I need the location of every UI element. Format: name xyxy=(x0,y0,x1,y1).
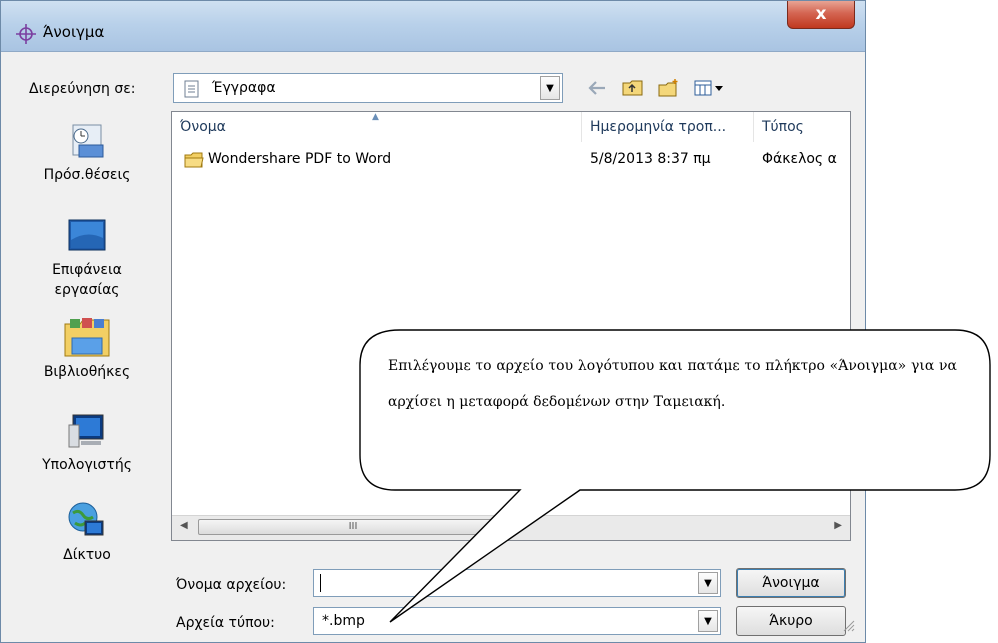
horizontal-scrollbar[interactable]: ◀ III ▶ xyxy=(172,515,850,540)
window-title: Άνοιγμα xyxy=(43,23,105,41)
document-folder-icon xyxy=(184,80,199,98)
chevron-down-icon: ▼ xyxy=(546,82,554,94)
chevron-down-icon: ▼ xyxy=(704,577,712,589)
chevron-down-icon: ▼ xyxy=(704,615,712,627)
libraries-icon xyxy=(64,318,110,357)
file-date: 5/8/2013 8:37 πμ xyxy=(590,151,711,167)
place-libraries[interactable]: Βιβλιοθήκες xyxy=(17,316,157,380)
filetype-label: Αρχεία τύπου: xyxy=(176,615,275,631)
cancel-button[interactable]: Άκυρο xyxy=(736,606,846,636)
sort-up-icon: ▲ xyxy=(372,112,379,122)
place-label-computer: Υπολογιστής xyxy=(42,457,132,473)
file-row[interactable]: Wondershare PDF to Word 5/8/2013 8:37 πμ… xyxy=(172,148,850,172)
callout-text: Επιλέγουμε το αρχείο του λογότυπου και π… xyxy=(388,358,957,410)
column-header-date[interactable]: Ημερομηνία τροπ... xyxy=(582,112,754,142)
up-folder-icon[interactable] xyxy=(622,77,644,99)
file-type: Φάκελος α xyxy=(762,151,837,167)
lookin-value: Έγγραφα xyxy=(212,80,276,96)
recent-places-icon xyxy=(72,124,104,158)
filename-label: Όνομα αρχείου: xyxy=(176,577,287,593)
view-menu-icon[interactable] xyxy=(694,77,724,99)
column-header-type[interactable]: Τύπος xyxy=(754,112,850,142)
toolbar xyxy=(586,75,724,101)
new-folder-icon[interactable] xyxy=(658,77,680,99)
file-name: Wondershare PDF to Word xyxy=(208,151,392,167)
place-label-libraries: Βιβλιοθήκες xyxy=(43,364,131,380)
place-computer[interactable]: Υπολογιστής xyxy=(17,411,157,473)
place-recent[interactable]: Πρόσ.θέσεις xyxy=(17,119,157,183)
lookin-label: Διερεύνηση σε: xyxy=(29,81,136,97)
open-dialog: Άνοιγμα x Διερεύνηση σε: Έγγραφα ▼ Πρόσ.… xyxy=(0,0,866,643)
text-caret xyxy=(320,574,321,592)
column-header-name[interactable]: Όνομα ▲ xyxy=(172,112,582,142)
open-button[interactable]: Άνοιγμα xyxy=(736,568,846,598)
scrollbar-thumb[interactable]: III xyxy=(198,519,508,535)
place-label-recent: Πρόσ.θέσεις xyxy=(43,167,131,183)
place-network[interactable]: Δίκτυο xyxy=(17,499,157,563)
lookin-dropdown[interactable]: Έγγραφα ▼ xyxy=(173,73,563,103)
filetype-dropdown[interactable]: *.bmp ▼ xyxy=(313,607,721,635)
back-arrow-icon[interactable] xyxy=(586,77,608,99)
folder-icon xyxy=(184,152,204,168)
place-desktop[interactable]: Επιφάνεια εργασίας xyxy=(17,216,157,300)
close-icon: x xyxy=(815,4,827,24)
network-icon xyxy=(68,502,104,536)
resize-grip-icon[interactable] xyxy=(841,618,855,632)
scroll-thumb-grip: III xyxy=(348,521,358,532)
filename-dropdown-arrow[interactable]: ▼ xyxy=(698,572,718,594)
column-header-type-label: Τύπος xyxy=(762,119,804,135)
column-header-name-label: Όνομα xyxy=(180,119,226,135)
filetype-dropdown-arrow[interactable]: ▼ xyxy=(698,610,718,632)
computer-icon xyxy=(68,414,104,448)
filename-input[interactable]: ▼ xyxy=(313,569,721,597)
places-bar: Πρόσ.θέσεις Επιφάνεια εργασίας Βιβλιοθήκ… xyxy=(17,111,157,601)
place-label-desktop: Επιφάνεια εργασίας xyxy=(52,262,122,298)
desktop-icon xyxy=(68,219,106,251)
column-header-date-label: Ημερομηνία τροπ... xyxy=(590,119,727,135)
scroll-right-icon[interactable]: ▶ xyxy=(834,520,842,531)
title-bar[interactable]: Άνοιγμα x xyxy=(1,1,865,52)
filetype-value: *.bmp xyxy=(322,613,365,629)
crosshair-icon xyxy=(16,24,36,44)
scroll-left-icon[interactable]: ◀ xyxy=(180,520,188,531)
close-button[interactable]: x xyxy=(787,1,855,29)
lookin-dropdown-arrow[interactable]: ▼ xyxy=(540,76,560,100)
place-label-network: Δίκτυο xyxy=(63,547,111,563)
